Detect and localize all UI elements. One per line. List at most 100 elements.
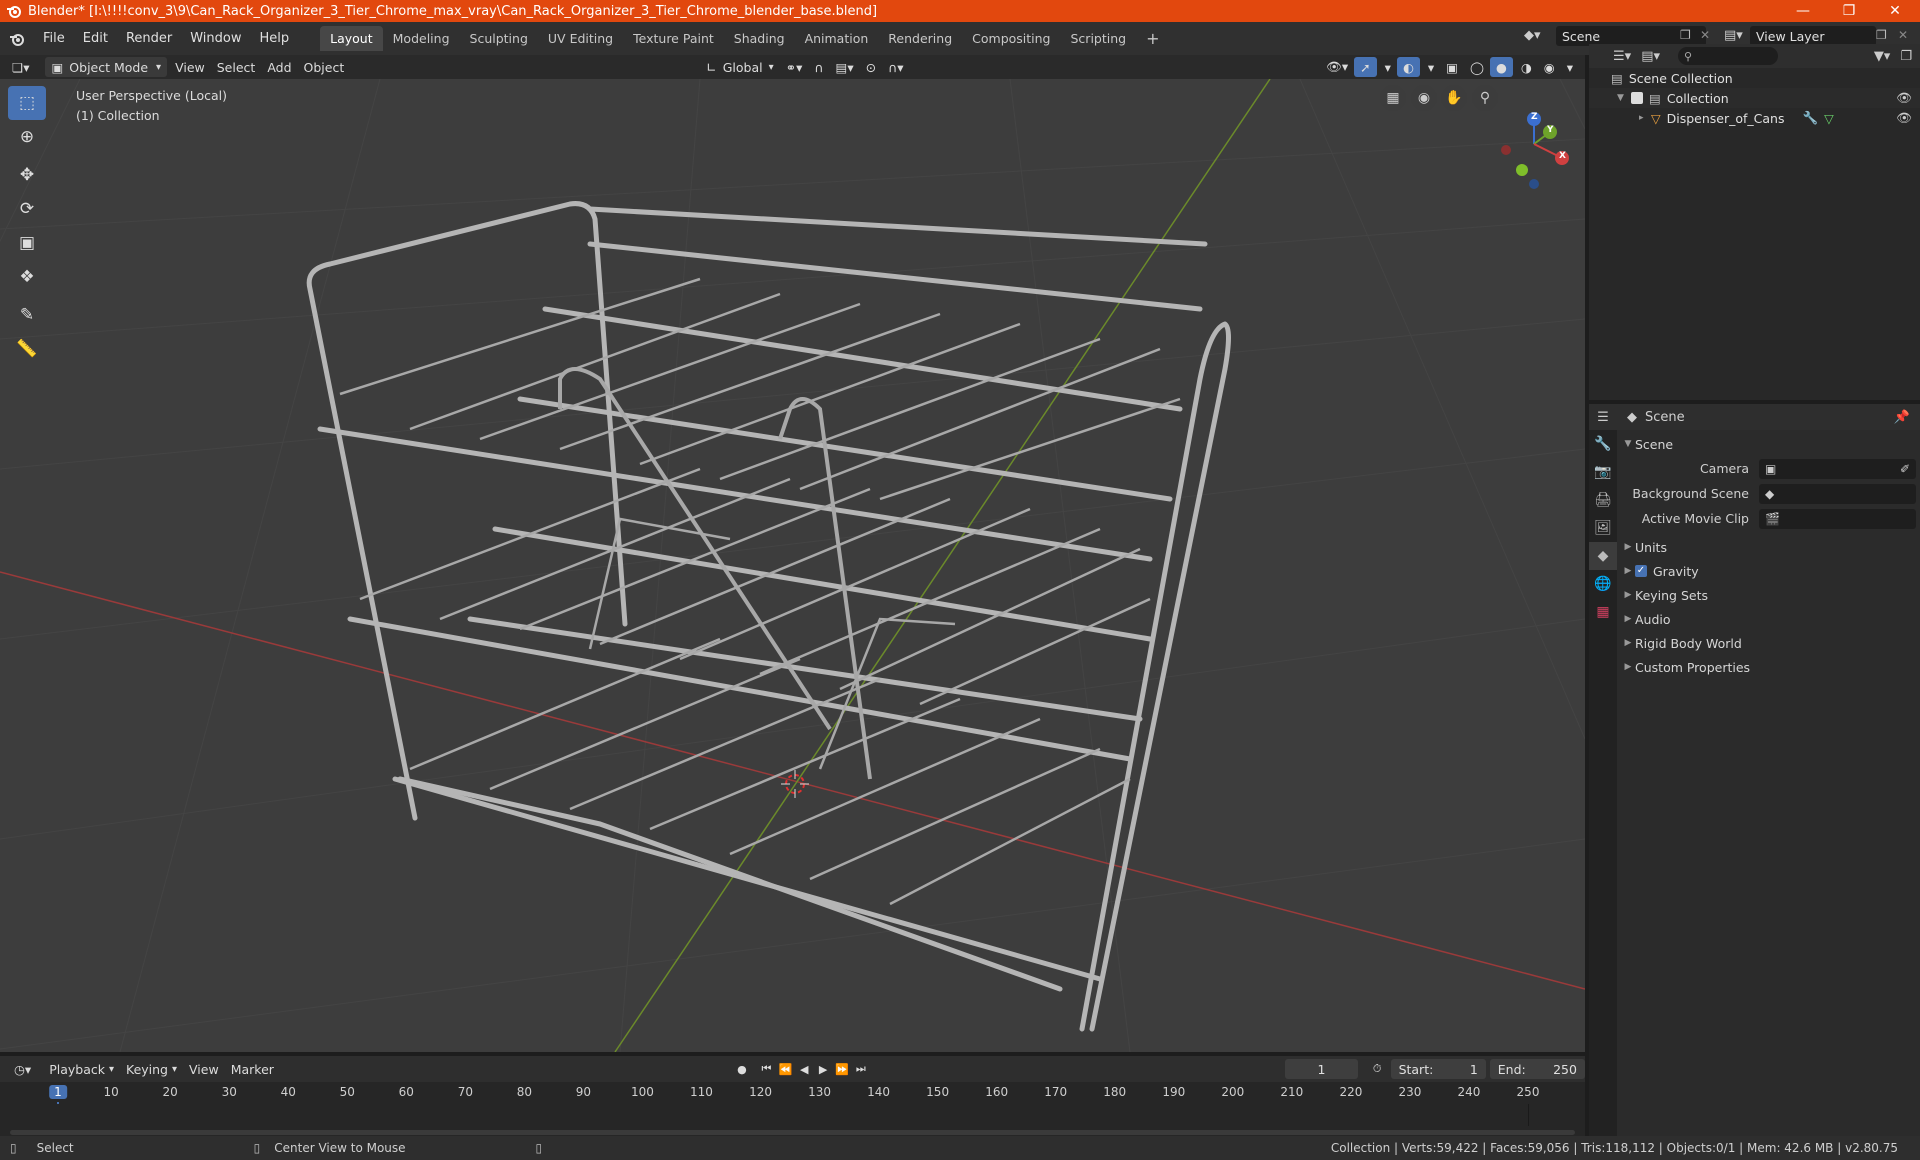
overlay-dropdown-icon[interactable]: ▾: [1422, 57, 1440, 77]
tab-layout[interactable]: Layout: [320, 26, 383, 51]
collection-row[interactable]: ▼ ▤ Collection 👁: [1589, 88, 1920, 108]
jump-end-icon[interactable]: ⏭: [851, 1059, 870, 1079]
expand-arrow-icon[interactable]: ▼: [1617, 93, 1631, 103]
audio-subpanel[interactable]: ▶ Audio: [1621, 607, 1916, 631]
move-icon[interactable]: ✥: [8, 158, 46, 192]
object-visibility-icon[interactable]: 👁: [1896, 110, 1912, 126]
gizmo-toggle-icon[interactable]: ➚: [1354, 57, 1377, 77]
camera-view-icon[interactable]: ◉: [1411, 85, 1437, 111]
filter-icon[interactable]: ▼▾: [1874, 49, 1891, 64]
view-layer-tab-icon[interactable]: 🖼: [1589, 514, 1617, 542]
xray-icon[interactable]: ▣: [1440, 57, 1464, 77]
snap-target-icon[interactable]: ▤▾: [830, 57, 860, 77]
falloff-icon[interactable]: ∩▾: [882, 57, 909, 77]
next-keyframe-icon[interactable]: ⏩: [833, 1059, 852, 1079]
object-expand-icon[interactable]: ▸: [1639, 113, 1651, 123]
scene-collection-row[interactable]: ▤ Scene Collection: [1589, 68, 1920, 88]
play-reverse-icon[interactable]: ◀: [795, 1059, 814, 1079]
viewport-menu-object[interactable]: Object: [298, 57, 351, 77]
outliner-editor-icon[interactable]: ☰▾: [1613, 49, 1631, 64]
view-layer-selector[interactable]: View Layer: [1750, 26, 1876, 46]
view-layer-icon[interactable]: ▤▾: [1724, 28, 1743, 43]
toggle-ortho-icon[interactable]: ▦: [1380, 85, 1406, 111]
add-workspace-button[interactable]: +: [1136, 24, 1169, 53]
end-frame-field[interactable]: End: 250: [1489, 1059, 1585, 1079]
menu-edit[interactable]: Edit: [74, 31, 117, 46]
viewport-menu-add[interactable]: Add: [261, 57, 297, 77]
new-scene-icon[interactable]: ❐: [1680, 28, 1691, 42]
stopwatch-icon[interactable]: ⏱: [1368, 1059, 1387, 1079]
display-mode-icon[interactable]: ▤▾: [1641, 49, 1660, 64]
viewport-menu-select[interactable]: Select: [211, 57, 262, 77]
menu-window[interactable]: Window: [181, 31, 250, 46]
tab-uv-editing[interactable]: UV Editing: [538, 26, 623, 51]
record-icon[interactable]: ●: [733, 1059, 752, 1079]
gizmo-x-label[interactable]: X: [1559, 151, 1566, 161]
close-icon[interactable]: ✕: [1872, 0, 1918, 22]
jump-start-icon[interactable]: ⏮: [757, 1059, 776, 1079]
scale-icon[interactable]: ▣: [8, 226, 46, 260]
tab-scripting[interactable]: Scripting: [1061, 26, 1137, 51]
mode-selector[interactable]: ▣ Object Mode ▾: [45, 57, 168, 77]
gravity-subpanel[interactable]: ▶ ✓ Gravity: [1621, 559, 1916, 583]
menu-file[interactable]: File: [34, 31, 74, 46]
timeline-view-menu[interactable]: View: [183, 1059, 225, 1079]
keying-sets-subpanel[interactable]: ▶ Keying Sets: [1621, 583, 1916, 607]
rendered-shading-icon[interactable]: ◉: [1538, 57, 1561, 77]
select-box-icon[interactable]: ⬚: [8, 86, 46, 120]
menu-render[interactable]: Render: [117, 31, 181, 46]
timeline-editor-icon[interactable]: ◷▾: [8, 1059, 37, 1079]
object-row[interactable]: ▸ ▽ Dispenser_of_Cans 🔧 ▽ 👁: [1589, 108, 1920, 128]
new-view-layer-icon[interactable]: ❐: [1876, 28, 1887, 42]
timeline-track-area[interactable]: [0, 1104, 1585, 1136]
new-collection-icon[interactable]: ❐: [1900, 49, 1912, 64]
tab-compositing[interactable]: Compositing: [962, 26, 1060, 51]
tab-sculpting[interactable]: Sculpting: [460, 26, 538, 51]
movie-clip-field[interactable]: 🎬: [1759, 508, 1916, 529]
current-frame-field[interactable]: 1: [1285, 1059, 1358, 1079]
annotate-icon[interactable]: ✎: [8, 298, 46, 332]
visibility-icon[interactable]: 👁▾: [1320, 57, 1354, 77]
output-tab-icon[interactable]: 🖨: [1589, 486, 1617, 514]
properties-editor-icon[interactable]: ☰: [1589, 404, 1617, 430]
snap-icon[interactable]: ∩: [808, 57, 829, 77]
restore-icon[interactable]: ❐: [1826, 0, 1872, 22]
solid-shading-icon[interactable]: ●: [1489, 57, 1513, 77]
camera-field[interactable]: ▣ ✐: [1759, 458, 1916, 479]
rotate-icon[interactable]: ⟳: [8, 192, 46, 226]
gravity-checkbox[interactable]: ✓: [1635, 565, 1647, 577]
units-subpanel[interactable]: ▶ Units: [1621, 535, 1916, 559]
collection-visibility-icon[interactable]: 👁: [1896, 90, 1912, 106]
collection-checkbox[interactable]: [1631, 92, 1643, 104]
transform-icon[interactable]: ❖: [8, 260, 46, 294]
scene-tab-icon[interactable]: ◆: [1589, 542, 1617, 570]
tool-tab-icon[interactable]: 🔧: [1589, 430, 1617, 458]
wireframe-shading-icon[interactable]: ◯: [1464, 57, 1490, 77]
shading-dropdown-icon[interactable]: ▾: [1561, 57, 1579, 77]
play-icon[interactable]: ▶: [814, 1059, 833, 1079]
overlay-toggle-icon[interactable]: ◐: [1396, 57, 1420, 77]
rigid-body-world-subpanel[interactable]: ▶ Rigid Body World: [1621, 631, 1916, 655]
cursor-icon[interactable]: ⊕: [8, 120, 46, 154]
mesh-data-icon[interactable]: ▽: [1824, 111, 1834, 126]
blender-menu-icon[interactable]: [0, 31, 34, 47]
gizmo-y-label[interactable]: Y: [1547, 125, 1554, 135]
tab-texture-paint[interactable]: Texture Paint: [623, 26, 724, 51]
render-tab-icon[interactable]: 📷: [1589, 458, 1617, 486]
menu-help[interactable]: Help: [251, 31, 299, 46]
minimize-icon[interactable]: —: [1780, 0, 1826, 22]
outliner-search-input[interactable]: ⚲: [1678, 47, 1778, 65]
transform-orientation-selector[interactable]: ∟ Global ▾: [700, 57, 779, 77]
remove-scene-icon[interactable]: ✕: [1700, 28, 1710, 42]
start-frame-field[interactable]: Start: 1: [1390, 1059, 1486, 1079]
marker-menu[interactable]: Marker: [225, 1059, 280, 1079]
world-tab-icon[interactable]: 🌐: [1589, 570, 1617, 598]
timeline-scrollbar[interactable]: [10, 1130, 1575, 1135]
prev-keyframe-icon[interactable]: ⏪: [776, 1059, 795, 1079]
pivot-point-icon[interactable]: ⚭▾: [780, 57, 809, 77]
custom-properties-subpanel[interactable]: ▶ Custom Properties: [1621, 655, 1916, 679]
tab-shading[interactable]: Shading: [724, 26, 795, 51]
tab-modeling[interactable]: Modeling: [383, 26, 460, 51]
pan-hand-icon[interactable]: ✋: [1441, 85, 1467, 111]
timeline-ruler[interactable]: 1 10 20 30 40 50 60 70 80 90 100 110 120 130 140 150 160…: [0, 1082, 1585, 1136]
